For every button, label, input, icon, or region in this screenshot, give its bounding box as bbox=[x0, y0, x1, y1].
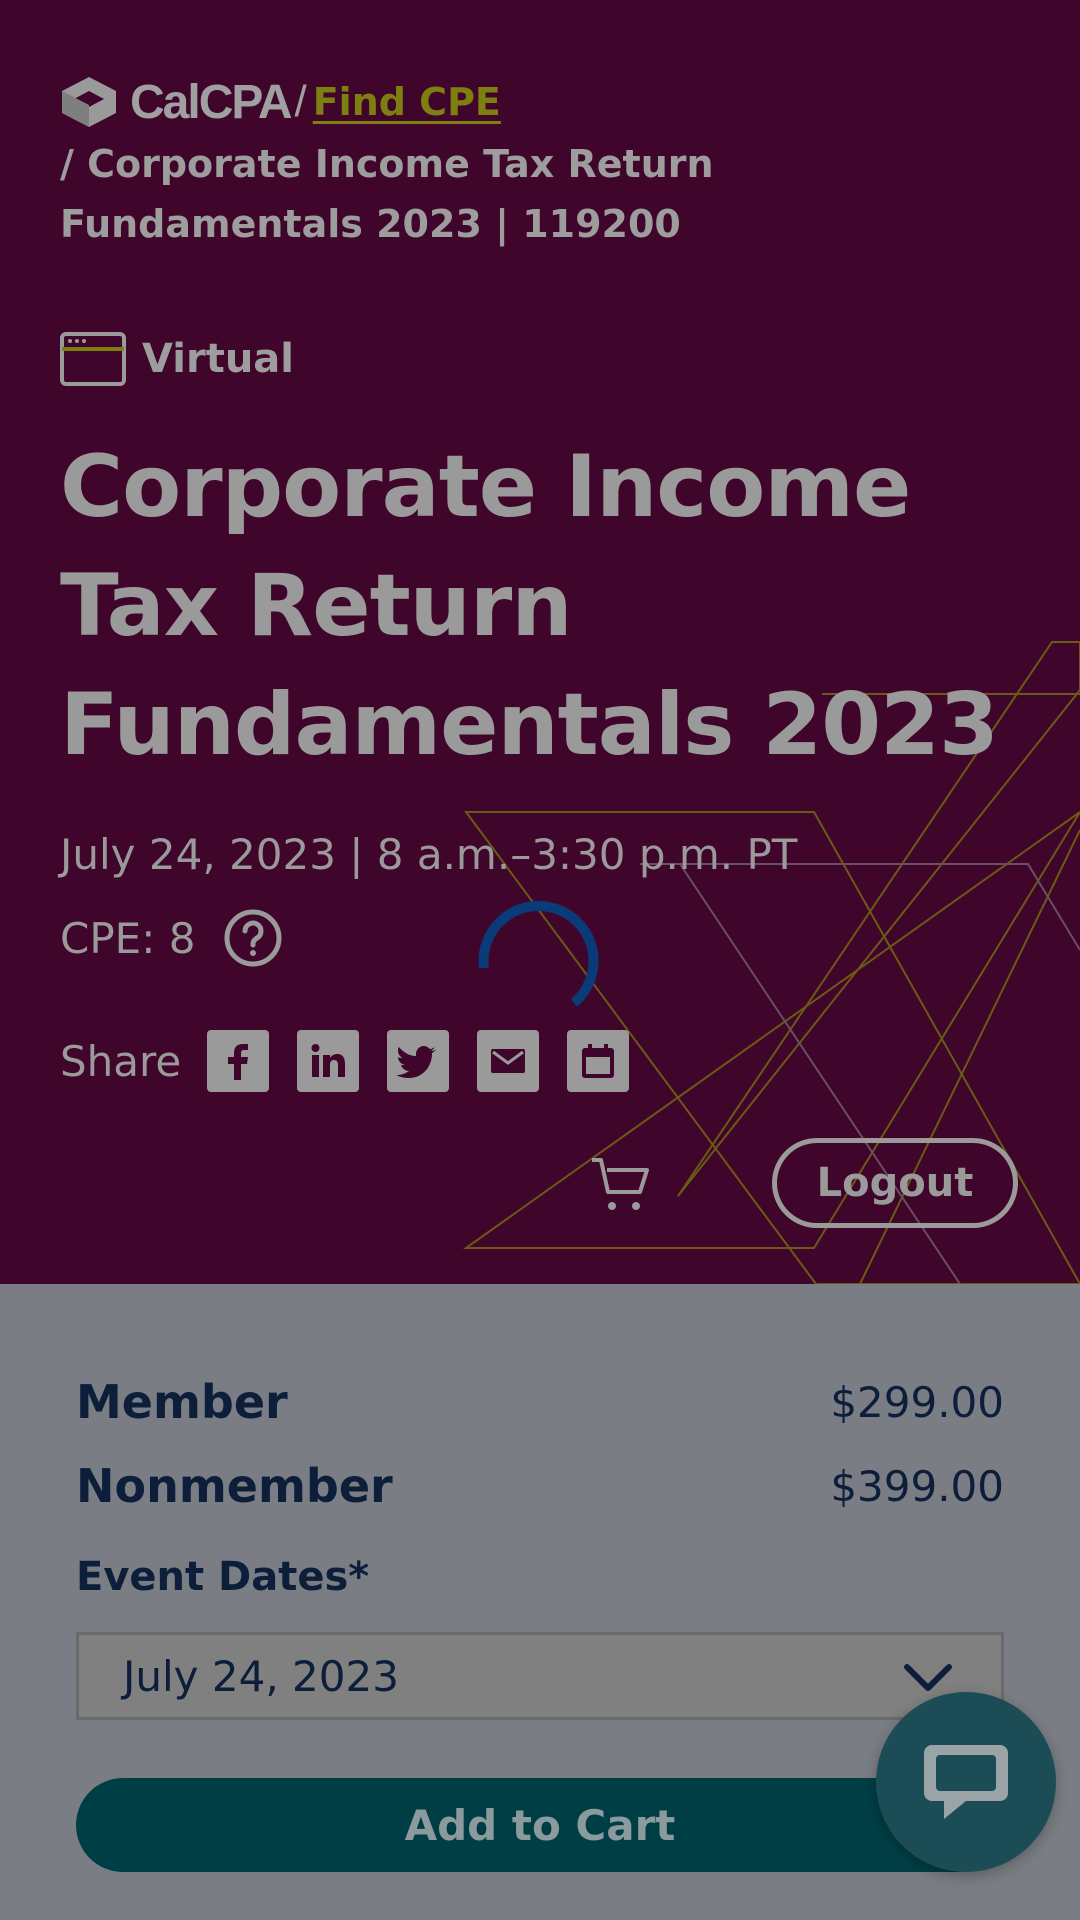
logout-button[interactable]: Logout bbox=[772, 1138, 1018, 1228]
facebook-icon bbox=[228, 1044, 249, 1080]
chat-bubble-icon bbox=[924, 1745, 1008, 1819]
email-icon bbox=[491, 1049, 526, 1073]
event-dates-label: Event Dates* bbox=[76, 1554, 370, 1600]
share-facebook-button[interactable] bbox=[207, 1030, 270, 1092]
share-twitter-button[interactable] bbox=[387, 1030, 450, 1092]
member-price: $299.00 bbox=[830, 1377, 1004, 1427]
loading-spinner-icon bbox=[478, 900, 599, 1007]
nonmember-price: $399.00 bbox=[830, 1461, 1004, 1511]
cpe-value: CPE: 8 bbox=[60, 913, 196, 963]
event-date-select[interactable]: July 24, 2023 bbox=[76, 1632, 1004, 1720]
event-datetime: July 24, 2023 | 8 a.m.–3:30 p.m. PT bbox=[60, 830, 798, 879]
share-label: Share bbox=[60, 1036, 182, 1086]
member-price-row: Member $299.00 bbox=[76, 1360, 1004, 1444]
cart-icon[interactable] bbox=[590, 1154, 652, 1216]
question-circle-icon[interactable] bbox=[223, 908, 283, 968]
add-to-calendar-button[interactable] bbox=[567, 1030, 630, 1092]
event-format: Virtual bbox=[60, 332, 294, 386]
event-title: Corporate Income Tax Return Fundamentals… bbox=[60, 428, 1020, 785]
chat-button[interactable] bbox=[876, 1692, 1056, 1872]
calcpa-logo-text[interactable]: CalCPA bbox=[130, 75, 292, 130]
breadcrumb-current-line1: / Corporate Income Tax Return bbox=[60, 142, 714, 186]
event-hero: CalCPA / Find CPE / Corporate Income Tax… bbox=[0, 0, 1080, 1284]
linkedin-icon bbox=[311, 1044, 346, 1077]
calendar-icon bbox=[582, 1044, 615, 1078]
nonmember-price-row: Nonmember $399.00 bbox=[76, 1444, 1004, 1528]
share-email-button[interactable] bbox=[477, 1030, 540, 1092]
nonmember-label: Nonmember bbox=[76, 1459, 393, 1513]
event-title-line3: Fundamentals 2023 bbox=[60, 675, 999, 775]
cpe-credits: CPE: 8 bbox=[60, 908, 283, 968]
share-linkedin-button[interactable] bbox=[297, 1030, 360, 1092]
event-title-line1: Corporate Income bbox=[60, 437, 911, 537]
calcpa-logo-icon[interactable] bbox=[60, 75, 118, 129]
add-to-cart-button[interactable]: Add to Cart bbox=[76, 1778, 1004, 1872]
breadcrumb-current-line2: Fundamentals 2023 | 119200 bbox=[60, 202, 681, 246]
breadcrumb-separator: / bbox=[294, 77, 307, 126]
breadcrumb: CalCPA / Find CPE / Corporate Income Tax… bbox=[60, 74, 1020, 254]
event-date-selected-value: July 24, 2023 bbox=[123, 1651, 399, 1701]
browser-window-icon bbox=[60, 332, 126, 386]
event-title-line2: Tax Return bbox=[60, 556, 573, 656]
chevron-down-icon bbox=[904, 1664, 952, 1691]
twitter-icon bbox=[397, 1046, 437, 1078]
pricing-table: Member $299.00 Nonmember $399.00 bbox=[76, 1360, 1004, 1528]
member-label: Member bbox=[76, 1375, 288, 1429]
share-bar: Share bbox=[60, 1030, 657, 1092]
find-cpe-link[interactable]: Find CPE bbox=[313, 80, 501, 124]
event-format-label: Virtual bbox=[142, 336, 294, 382]
